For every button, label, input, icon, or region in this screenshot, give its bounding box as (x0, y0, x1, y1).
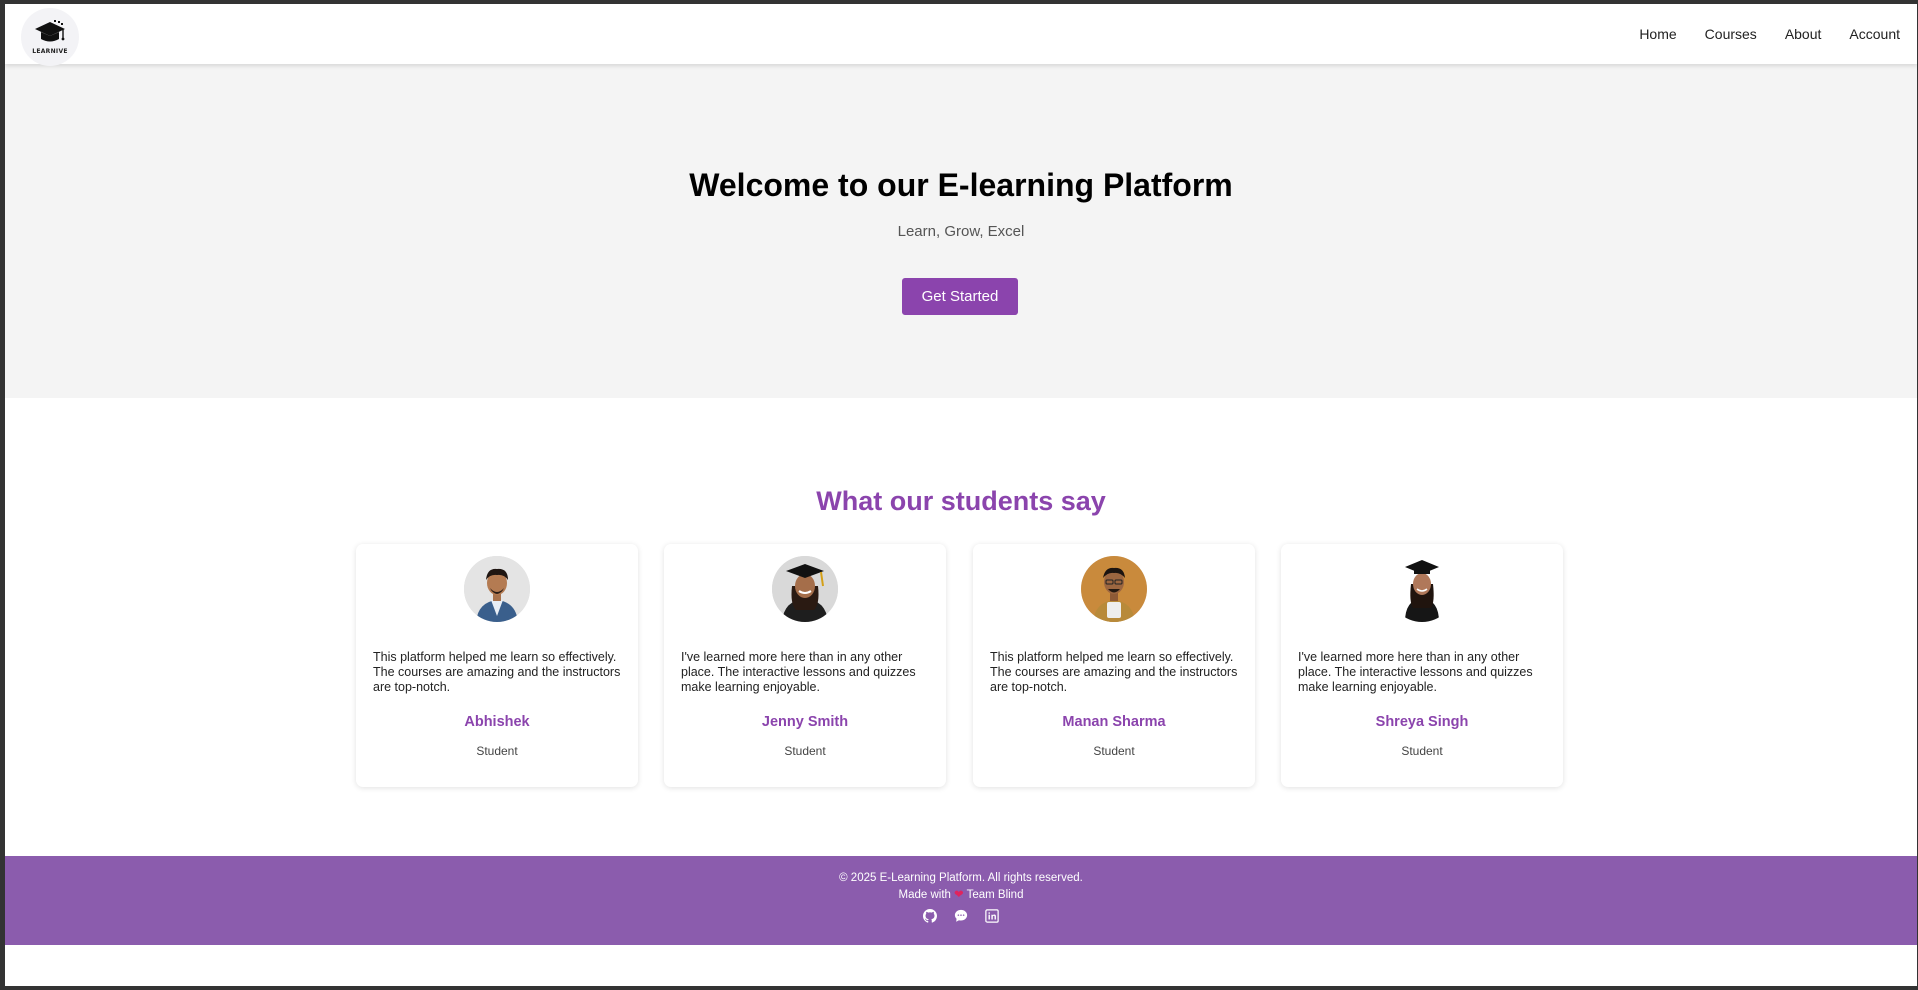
student-name: Manan Sharma (1062, 714, 1166, 730)
footer-copyright: © 2025 E-Learning Platform. All rights r… (839, 872, 1083, 884)
testimonial-quote: I've learned more here than in any other… (681, 650, 916, 694)
chat-icon[interactable] (954, 909, 968, 923)
student-name: Abhishek (464, 714, 530, 730)
testimonial-quote: This platform helped me learn so effecti… (373, 650, 621, 694)
testimonial-quote: This platform helped me learn so effecti… (990, 650, 1238, 694)
social-links (5, 909, 1917, 923)
hero-section: Welcome to our E-learning Platform Learn… (5, 64, 1917, 398)
footer: © 2025 E-Learning Platform. All rights r… (5, 856, 1917, 945)
get-started-button[interactable]: Get Started (902, 278, 1018, 315)
hero-title: Welcome to our E-learning Platform (689, 167, 1233, 203)
linkedin-icon[interactable] (985, 909, 999, 923)
site-logo[interactable]: LEARNIVE (21, 8, 79, 66)
hero-subtitle: Learn, Grow, Excel (897, 223, 1025, 240)
logo-text: LEARNIVE (32, 47, 68, 55)
student-role: Student (476, 744, 518, 758)
footer-made-with: Made with ❤ Team Blind (5, 887, 1917, 901)
nav-home[interactable]: Home (1639, 26, 1676, 42)
team-name: Team Blind (966, 889, 1024, 901)
heart-icon: ❤ (953, 889, 964, 901)
testimonials-title: What our students say (816, 486, 1106, 516)
testimonial-quote: I've learned more here than in any other… (1298, 650, 1533, 694)
made-with-text: Made with (898, 889, 951, 901)
navbar: LEARNIVE Home Courses About Account (5, 4, 1917, 66)
testimonials-section: What our students say This platform help… (5, 398, 1917, 858)
browser-viewport: LEARNIVE Home Courses About Account Welc… (5, 4, 1917, 986)
nav-about[interactable]: About (1785, 26, 1822, 42)
student-role: Student (784, 744, 826, 758)
student-avatar (464, 556, 530, 622)
nav-account[interactable]: Account (1849, 26, 1900, 42)
student-name: Jenny Smith (761, 714, 849, 730)
testimonial-card: This platform helped me learn so effecti… (356, 544, 638, 787)
nav-courses[interactable]: Courses (1705, 26, 1757, 42)
testimonial-card: I've learned more here than in any other… (664, 544, 946, 787)
student-avatar (1081, 556, 1147, 622)
student-avatar (772, 556, 838, 622)
graduation-cap-icon (35, 19, 65, 41)
nav-links: Home Courses About Account (1639, 4, 1917, 64)
testimonial-card: I've learned more here than in any other… (1281, 544, 1563, 787)
student-role: Student (1093, 744, 1135, 758)
testimonial-card: This platform helped me learn so effecti… (973, 544, 1255, 787)
student-avatar (1389, 556, 1455, 622)
student-role: Student (1401, 744, 1443, 758)
github-icon[interactable] (923, 909, 937, 923)
student-name: Shreya Singh (1375, 714, 1469, 730)
